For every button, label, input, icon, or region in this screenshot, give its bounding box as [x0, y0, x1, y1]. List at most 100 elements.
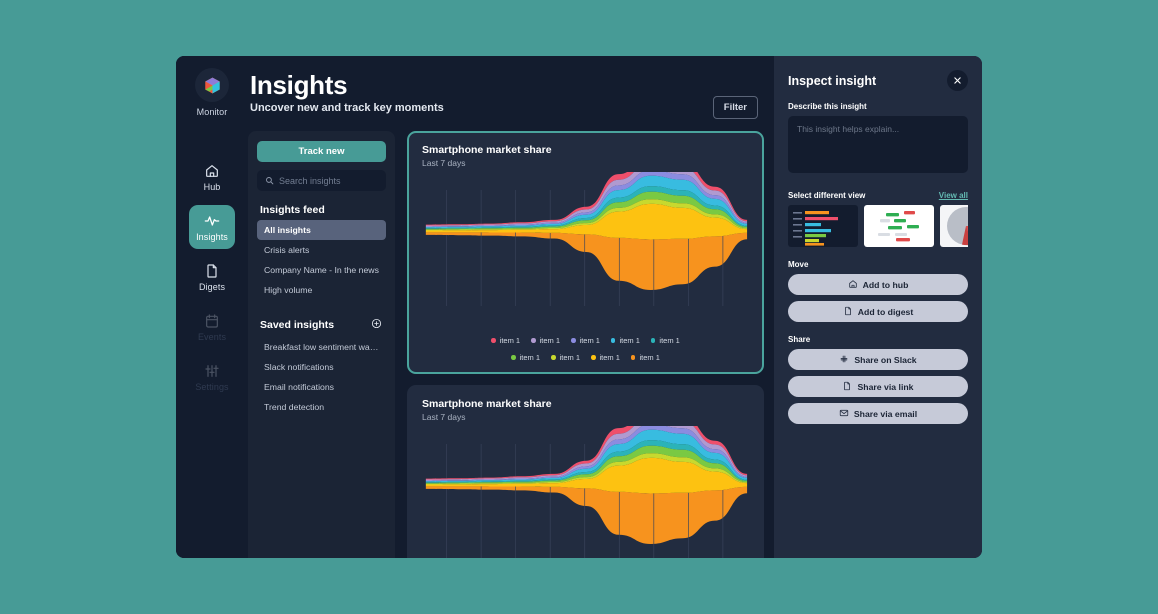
- sidebar-item-label: Digets: [198, 281, 226, 292]
- inspect-insight-panel: Inspect insight Describe this insight Se…: [774, 56, 982, 558]
- home-icon: [848, 279, 858, 291]
- select-view-label: Select different view: [788, 191, 866, 200]
- legend-color-dot: [551, 355, 556, 360]
- button-label: Add to digest: [857, 306, 914, 317]
- legend-label: item 1: [579, 336, 600, 345]
- slack-icon: [839, 354, 849, 366]
- bar-chart-dark-thumbnail[interactable]: [788, 205, 858, 247]
- search-input[interactable]: [279, 175, 378, 186]
- content-columns: Track new Insights feed All insights Cri…: [248, 131, 774, 558]
- home-icon: [204, 163, 220, 179]
- view-all-link[interactable]: View all: [939, 191, 968, 200]
- document-icon: [843, 306, 853, 318]
- share-on-slack-button[interactable]: Share on Slack: [788, 349, 968, 370]
- share-label: Share: [788, 335, 811, 344]
- sidebar-item-hub[interactable]: Hub: [189, 155, 235, 199]
- legend-item: item 1: [531, 336, 560, 345]
- rail-nav-list: Hub Insights Digets Events Settings: [176, 155, 248, 399]
- legend-label: item 1: [559, 353, 580, 362]
- streamgraph-chart: [422, 172, 749, 332]
- saved-item-trend-detection[interactable]: Trend detection: [257, 397, 386, 417]
- legend-label: item 1: [639, 353, 660, 362]
- saved-item-email-notifications[interactable]: Email notifications: [257, 377, 386, 397]
- legend-label: item 1: [499, 336, 521, 345]
- legend-color-dot: [491, 338, 496, 343]
- legend-label: item 1: [659, 336, 680, 345]
- saved-insights-title: Saved insights: [260, 319, 335, 331]
- gantt-chart-light-thumbnail[interactable]: [864, 205, 934, 247]
- close-button[interactable]: [947, 70, 968, 91]
- legend-label: item 1: [519, 353, 541, 362]
- legend-label: item 1: [599, 353, 620, 362]
- sidebar-item-events[interactable]: Events: [189, 305, 235, 349]
- legend-label: item 1: [539, 336, 561, 345]
- card-title: Smartphone market share: [422, 144, 552, 156]
- legend-item: item 1: [630, 353, 660, 362]
- main-area: Insights Uncover new and track key momen…: [248, 56, 774, 558]
- view-thumbnails: [788, 205, 968, 247]
- share-via-link-button[interactable]: Share via link: [788, 376, 968, 397]
- pulse-icon: [204, 213, 220, 229]
- track-new-button[interactable]: Track new: [257, 141, 386, 162]
- feed-item-all-insights[interactable]: All insights: [257, 220, 386, 240]
- search-icon: [265, 172, 274, 190]
- sidebar-item-settings[interactable]: Settings: [189, 355, 235, 399]
- add-to-hub-button[interactable]: Add to hub: [788, 274, 968, 295]
- card-meta: Last 7 days: [422, 158, 466, 168]
- legend-color-dot: [591, 355, 596, 360]
- sidebar-item-label: Events: [197, 331, 227, 342]
- page-subtitle: Uncover new and track key moments: [250, 102, 444, 114]
- envelope-icon: [839, 408, 849, 420]
- plus-circle-icon[interactable]: [371, 316, 382, 334]
- saved-item-slack-notifications[interactable]: Slack notifications: [257, 357, 386, 377]
- left-nav-rail: Monitor Hub Insights Digets Events Setti…: [176, 56, 248, 558]
- sidebar-item-label: Settings: [195, 381, 229, 392]
- insights-feed-panel: Track new Insights feed All insights Cri…: [248, 131, 395, 558]
- describe-textarea[interactable]: [788, 116, 968, 173]
- legend-label: item 1: [619, 336, 640, 345]
- legend-item: item 1: [571, 336, 600, 345]
- saved-insights-header: Saved insights: [260, 316, 386, 334]
- add-to-digest-button[interactable]: Add to digest: [788, 301, 968, 322]
- select-view-header: Select different view View all: [788, 191, 968, 200]
- sidebar-item-label: Hub: [203, 181, 221, 192]
- pie-chart-thumbnail[interactable]: [940, 205, 968, 247]
- sliders-icon: [204, 363, 220, 379]
- card-meta: Last 7 days: [422, 412, 466, 422]
- calendar-icon: [204, 313, 220, 329]
- saved-item-breakfast-warning[interactable]: Breakfast low sentiment warning..: [257, 337, 386, 357]
- feed-item-crisis-alerts[interactable]: Crisis alerts: [257, 240, 386, 260]
- button-label: Add to hub: [862, 279, 909, 290]
- app-window: Monitor Hub Insights Digets Events Setti…: [176, 56, 982, 558]
- inspect-title: Inspect insight: [788, 73, 877, 88]
- header-actions: Filter: [712, 70, 758, 119]
- legend-item: item 1: [491, 336, 520, 345]
- page-title: Insights: [250, 70, 348, 100]
- sidebar-item-label: Insights: [196, 231, 228, 242]
- insights-feed-title: Insights feed: [260, 204, 325, 216]
- move-label: Move: [788, 260, 809, 269]
- insight-cards-list: Smartphone market share Last 7 days item…: [407, 131, 774, 558]
- search-box[interactable]: [257, 170, 386, 191]
- button-label: Share on Slack: [854, 354, 917, 365]
- cube-logo-icon: [195, 68, 229, 102]
- sidebar-item-insights[interactable]: Insights: [189, 205, 235, 249]
- card-title: Smartphone market share: [422, 398, 552, 410]
- chart-legend: item 1 item 1 item 1 item 1 item 1 item 1 item…: [422, 332, 749, 364]
- legend-color-dot: [511, 355, 516, 360]
- link-page-icon: [842, 381, 852, 393]
- sidebar-item-digets[interactable]: Digets: [189, 255, 235, 299]
- filter-button[interactable]: Filter: [712, 96, 758, 119]
- feed-item-high-volume[interactable]: High volume: [257, 280, 386, 300]
- legend-color-dot: [610, 338, 616, 343]
- feed-item-company-news[interactable]: Company Name - In the news: [257, 260, 386, 280]
- legend-color-dot: [571, 338, 576, 343]
- insight-card[interactable]: Smartphone market share Last 7 days item…: [407, 131, 764, 374]
- button-label: Share via link: [857, 381, 914, 392]
- legend-item: item 1: [591, 353, 620, 362]
- share-via-email-button[interactable]: Share via email: [788, 403, 968, 424]
- page-header: Insights Uncover new and track key momen…: [248, 68, 774, 119]
- insight-card[interactable]: Smartphone market share Last 7 days item…: [407, 385, 764, 558]
- legend-item: item 1: [511, 353, 540, 362]
- legend-color-dot: [531, 338, 536, 343]
